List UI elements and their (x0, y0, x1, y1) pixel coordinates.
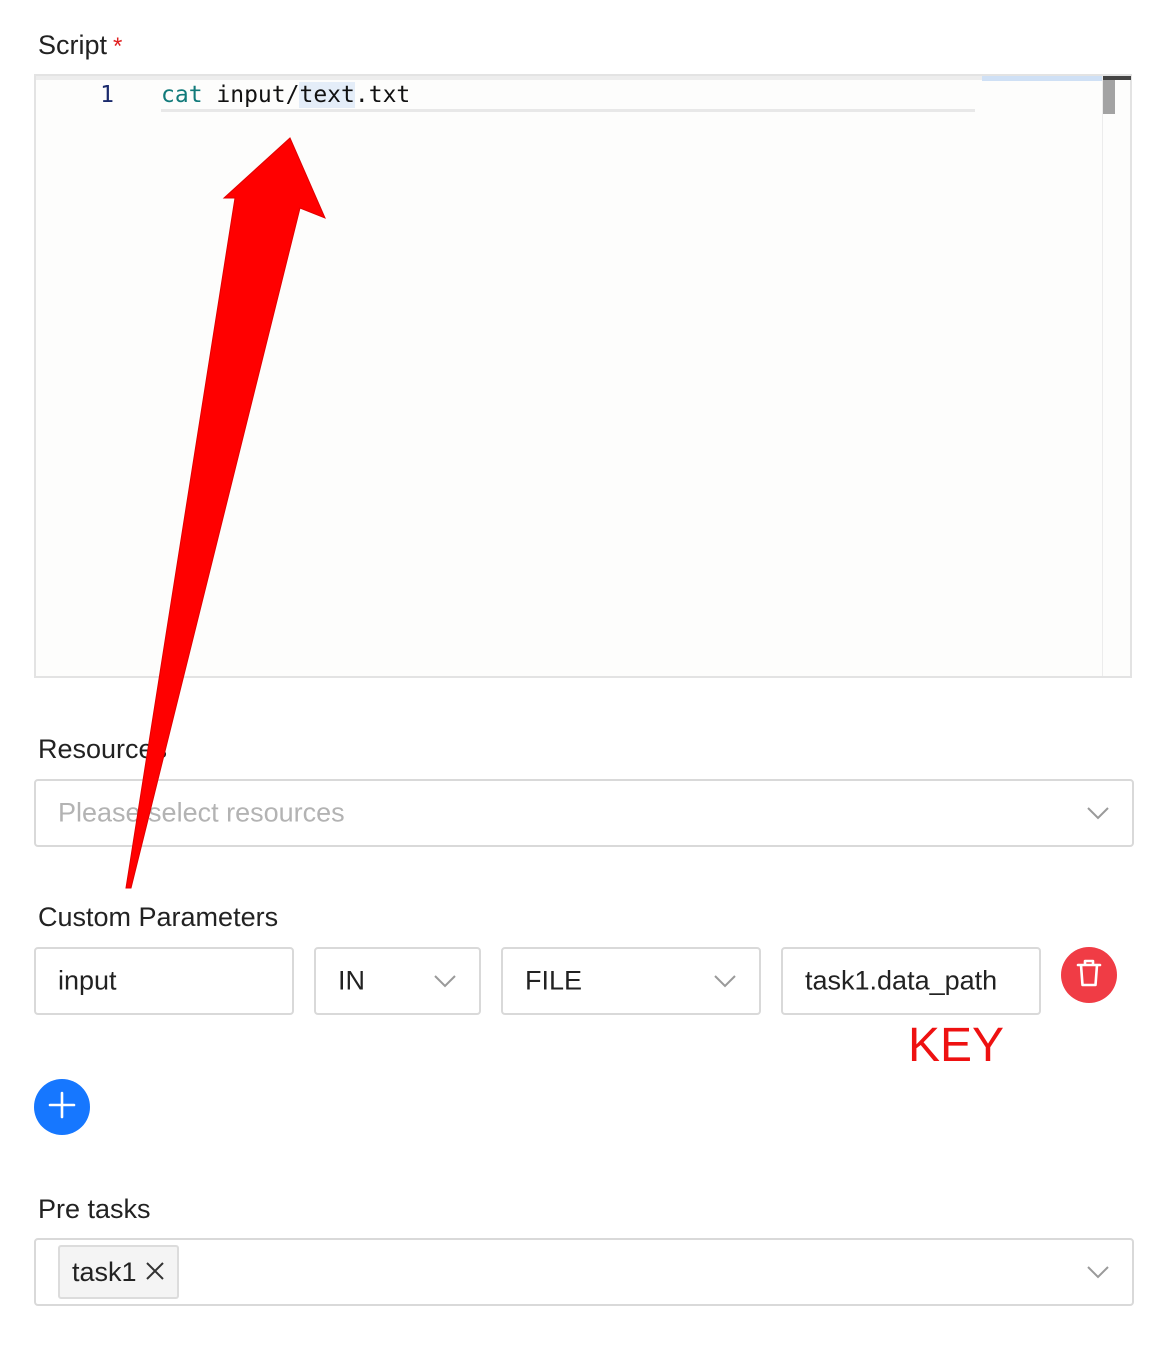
pre-tasks-label: Pre tasks (38, 1194, 151, 1224)
close-icon[interactable] (145, 1257, 165, 1288)
delete-param-button[interactable] (1061, 947, 1117, 1003)
code-text-ext: .txt (354, 82, 411, 108)
code-keyword: cat (161, 82, 203, 108)
script-label: Script * (38, 30, 122, 61)
param-type-value: FILE (525, 965, 583, 996)
param-prop-value: input (58, 965, 117, 996)
code-selected-text: text (299, 82, 355, 108)
key-annotation: KEY (908, 1019, 1005, 1072)
script-editor[interactable]: 1 cat input/text.txt (34, 74, 1132, 678)
param-direction-value: IN (338, 965, 365, 996)
chevron-down-icon (1086, 806, 1110, 820)
add-param-button[interactable] (34, 1079, 90, 1135)
code-text: input/ (202, 82, 300, 108)
pre-task-tag-label: task1 (72, 1256, 137, 1287)
pre-tasks-select[interactable]: task1 (34, 1238, 1134, 1306)
line-number: 1 (100, 82, 114, 108)
resources-select[interactable]: Please select resources (34, 779, 1134, 847)
custom-parameters-label: Custom Parameters (38, 902, 279, 932)
editor-scrollbar[interactable] (1102, 76, 1131, 676)
scrollbar-thumb[interactable] (1103, 80, 1115, 114)
pre-task-tag: task1 (58, 1245, 179, 1299)
param-value-input[interactable]: task1.data_path (781, 947, 1041, 1015)
code-line[interactable]: cat input/text.txt (161, 82, 410, 108)
resources-placeholder: Please select resources (58, 797, 345, 828)
script-label-text: Script (38, 30, 108, 60)
resources-label: Resources (38, 734, 168, 764)
chevron-down-icon (1086, 1265, 1110, 1279)
trash-icon (1075, 958, 1103, 993)
param-value-text: task1.data_path (805, 965, 998, 996)
param-type-select[interactable]: FILE (501, 947, 761, 1015)
param-prop-input[interactable]: input (34, 947, 294, 1015)
plus-icon (48, 1091, 76, 1124)
param-direction-select[interactable]: IN (314, 947, 481, 1015)
editor-minimap[interactable] (982, 76, 1102, 81)
chevron-down-icon (433, 974, 457, 988)
required-mark: * (113, 33, 123, 60)
chevron-down-icon (713, 974, 737, 988)
